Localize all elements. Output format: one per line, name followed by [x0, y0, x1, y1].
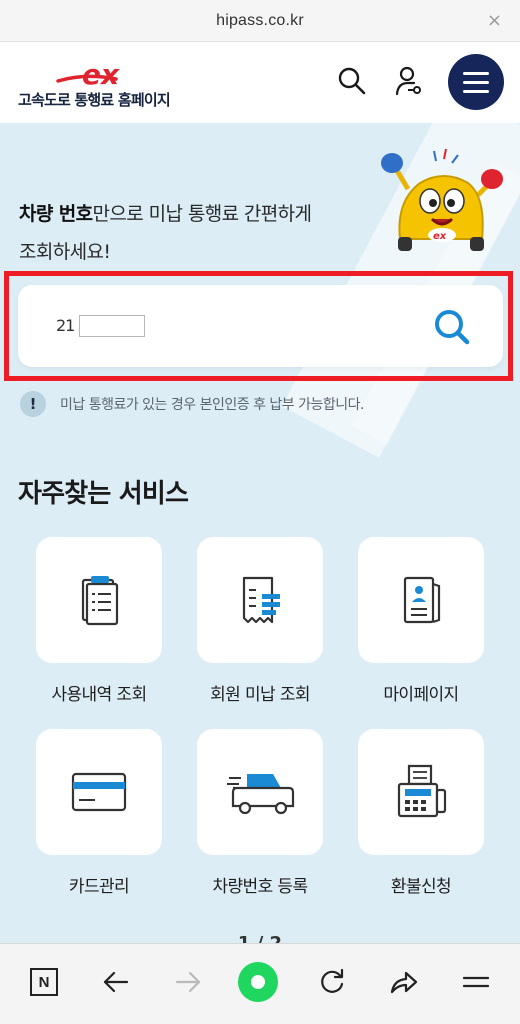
frequent-services-title: 자주찾는 서비스: [18, 479, 189, 509]
car-icon: [227, 774, 295, 815]
menu-line: [463, 71, 489, 75]
headline-rest: 만으로 미납 통행료 간편하게: [92, 203, 312, 225]
mascot-badge-text: ex: [433, 231, 447, 242]
site-logo[interactable]: ex 고속도로 통행료 홈페이지: [18, 59, 198, 109]
naver-home-button[interactable]: N: [24, 962, 64, 1002]
vehicle-number-search-box[interactable]: 21: [18, 285, 503, 367]
green-home-dot-icon: [238, 962, 278, 1002]
service-card[interactable]: [358, 537, 484, 663]
service-label[interactable]: 차량번호 등록: [197, 872, 323, 897]
forward-button[interactable]: [168, 962, 208, 1002]
fax-machine-icon: [397, 764, 447, 818]
back-arrow-icon: [103, 971, 129, 993]
receipt-icon: [242, 576, 280, 624]
share-icon: [390, 971, 418, 994]
reload-icon: [321, 968, 344, 993]
service-label[interactable]: 회원 미납 조회: [197, 680, 323, 705]
search-icon: [435, 310, 470, 345]
back-button[interactable]: [96, 962, 136, 1002]
service-vehicle-registration[interactable]: 차량번호 등록: [197, 729, 323, 897]
header-login-button[interactable]: [392, 63, 428, 99]
service-card[interactable]: [197, 537, 323, 663]
close-icon[interactable]: ×: [487, 10, 502, 31]
user-key-icon: [395, 66, 421, 96]
logo-mark-text: ex: [82, 59, 120, 91]
site-header: ex 고속도로 통행료 홈페이지: [0, 43, 520, 123]
service-refund-request[interactable]: 환불신청: [358, 729, 484, 897]
exclamation-icon: !: [20, 391, 46, 417]
clipboard-list-icon: [81, 576, 119, 626]
payment-notice: ! 미납 통행료가 있는 경우 본인인증 후 납부 가능합니다.: [20, 391, 364, 417]
service-member-unpaid[interactable]: 회원 미납 조회: [197, 537, 323, 705]
service-usage-history[interactable]: 사용내역 조회: [36, 537, 162, 705]
reload-button[interactable]: [312, 962, 352, 1002]
pagination-indicator: 1 / 2: [0, 933, 520, 943]
address-bar[interactable]: hipass.co.kr ×: [0, 0, 520, 42]
service-label[interactable]: 환불신청: [358, 872, 484, 897]
green-home-button[interactable]: [238, 962, 278, 1002]
headline-bold: 차량 번호: [19, 203, 93, 225]
ex-logo-icon: ex: [56, 59, 120, 91]
service-card[interactable]: [197, 729, 323, 855]
menu-line: [463, 89, 489, 93]
service-card[interactable]: [358, 729, 484, 855]
hero-headline: 차량 번호만으로 미납 통행료 간편하게 조회하세요!: [19, 195, 379, 271]
service-label[interactable]: 카드관리: [36, 872, 162, 897]
masked-input-region: [79, 315, 145, 337]
hamburger-menu-button[interactable]: [448, 54, 504, 110]
url-text[interactable]: hipass.co.kr: [216, 12, 304, 30]
share-button[interactable]: [384, 962, 424, 1002]
browser-toolbar: N: [0, 943, 520, 1024]
browser-menu-button[interactable]: [456, 962, 496, 1002]
header-search-button[interactable]: [334, 63, 370, 99]
credit-card-icon: [71, 772, 127, 812]
service-mypage[interactable]: 마이페이지: [358, 537, 484, 705]
menu-lines-icon: [462, 976, 490, 988]
service-card[interactable]: [36, 729, 162, 855]
service-label[interactable]: 사용내역 조회: [36, 680, 162, 705]
service-card-management[interactable]: 카드관리: [36, 729, 162, 897]
service-card[interactable]: [36, 537, 162, 663]
main-section: ex 차량 번호만으로 미납 통행료 간편하게 조회하세요! 21 ! 미납 통…: [0, 123, 520, 943]
notice-text: 미납 통행료가 있는 경우 본인인증 후 납부 가능합니다.: [60, 397, 364, 413]
headline-line2: 조회하세요!: [19, 241, 111, 263]
logo-text: 고속도로 통행료 홈페이지: [18, 91, 171, 109]
vehicle-number-input[interactable]: 21: [56, 316, 75, 335]
forward-arrow-icon: [175, 971, 201, 993]
vehicle-search-button[interactable]: [432, 307, 472, 347]
mascot-car-illustration: ex: [381, 148, 503, 251]
menu-line: [463, 80, 489, 84]
naver-n-icon: N: [30, 968, 58, 996]
search-icon: [338, 67, 366, 95]
profile-document-icon: [403, 576, 441, 624]
service-label[interactable]: 마이페이지: [358, 680, 484, 705]
